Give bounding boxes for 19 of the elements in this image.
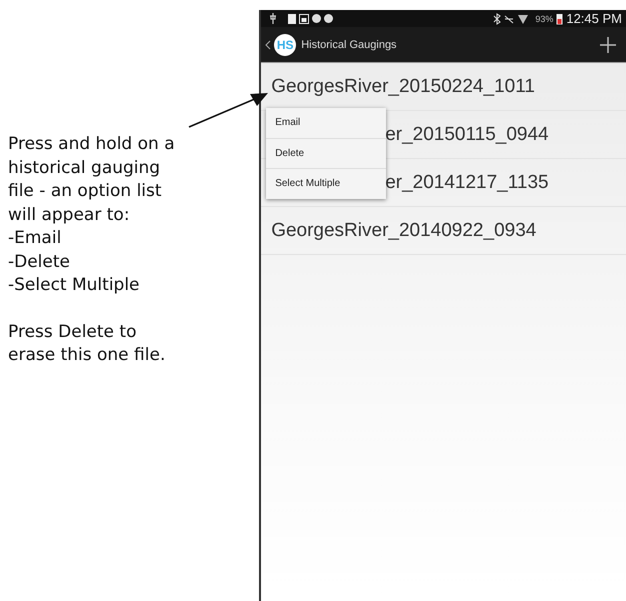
file-name[interactable]: er_20141217_1135 bbox=[385, 172, 549, 194]
image-icon bbox=[299, 14, 310, 24]
add-icon[interactable] bbox=[600, 36, 616, 52]
battery-icon bbox=[556, 12, 564, 24]
menu-item[interactable]: Email bbox=[266, 108, 386, 138]
clock: 12:45 PM bbox=[566, 11, 622, 26]
sd-card-icon bbox=[288, 14, 296, 24]
menu-item[interactable]: Delete bbox=[266, 138, 386, 169]
menu-item[interactable]: Select Multiple bbox=[266, 169, 386, 198]
file-name[interactable]: GeorgesRiver_20150224_1011 bbox=[271, 76, 535, 98]
instruction-text: Press and hold on a historical gauging file - an option list will appear to: -Email -Delete -Select Multiple bbox=[8, 133, 176, 297]
file-name[interactable]: er_20150115_0944 bbox=[385, 124, 549, 146]
back-icon[interactable] bbox=[265, 40, 272, 50]
file-name[interactable]: GeorgesRiver_20140922_0934 bbox=[271, 220, 536, 242]
instruction-text: Press Delete to erase this one file. bbox=[8, 320, 166, 367]
app-logo: HS bbox=[274, 34, 296, 56]
screen-title: Historical Gaugings bbox=[301, 38, 397, 50]
battery-percentage: 93% bbox=[535, 14, 554, 24]
usb-icon bbox=[269, 13, 278, 24]
